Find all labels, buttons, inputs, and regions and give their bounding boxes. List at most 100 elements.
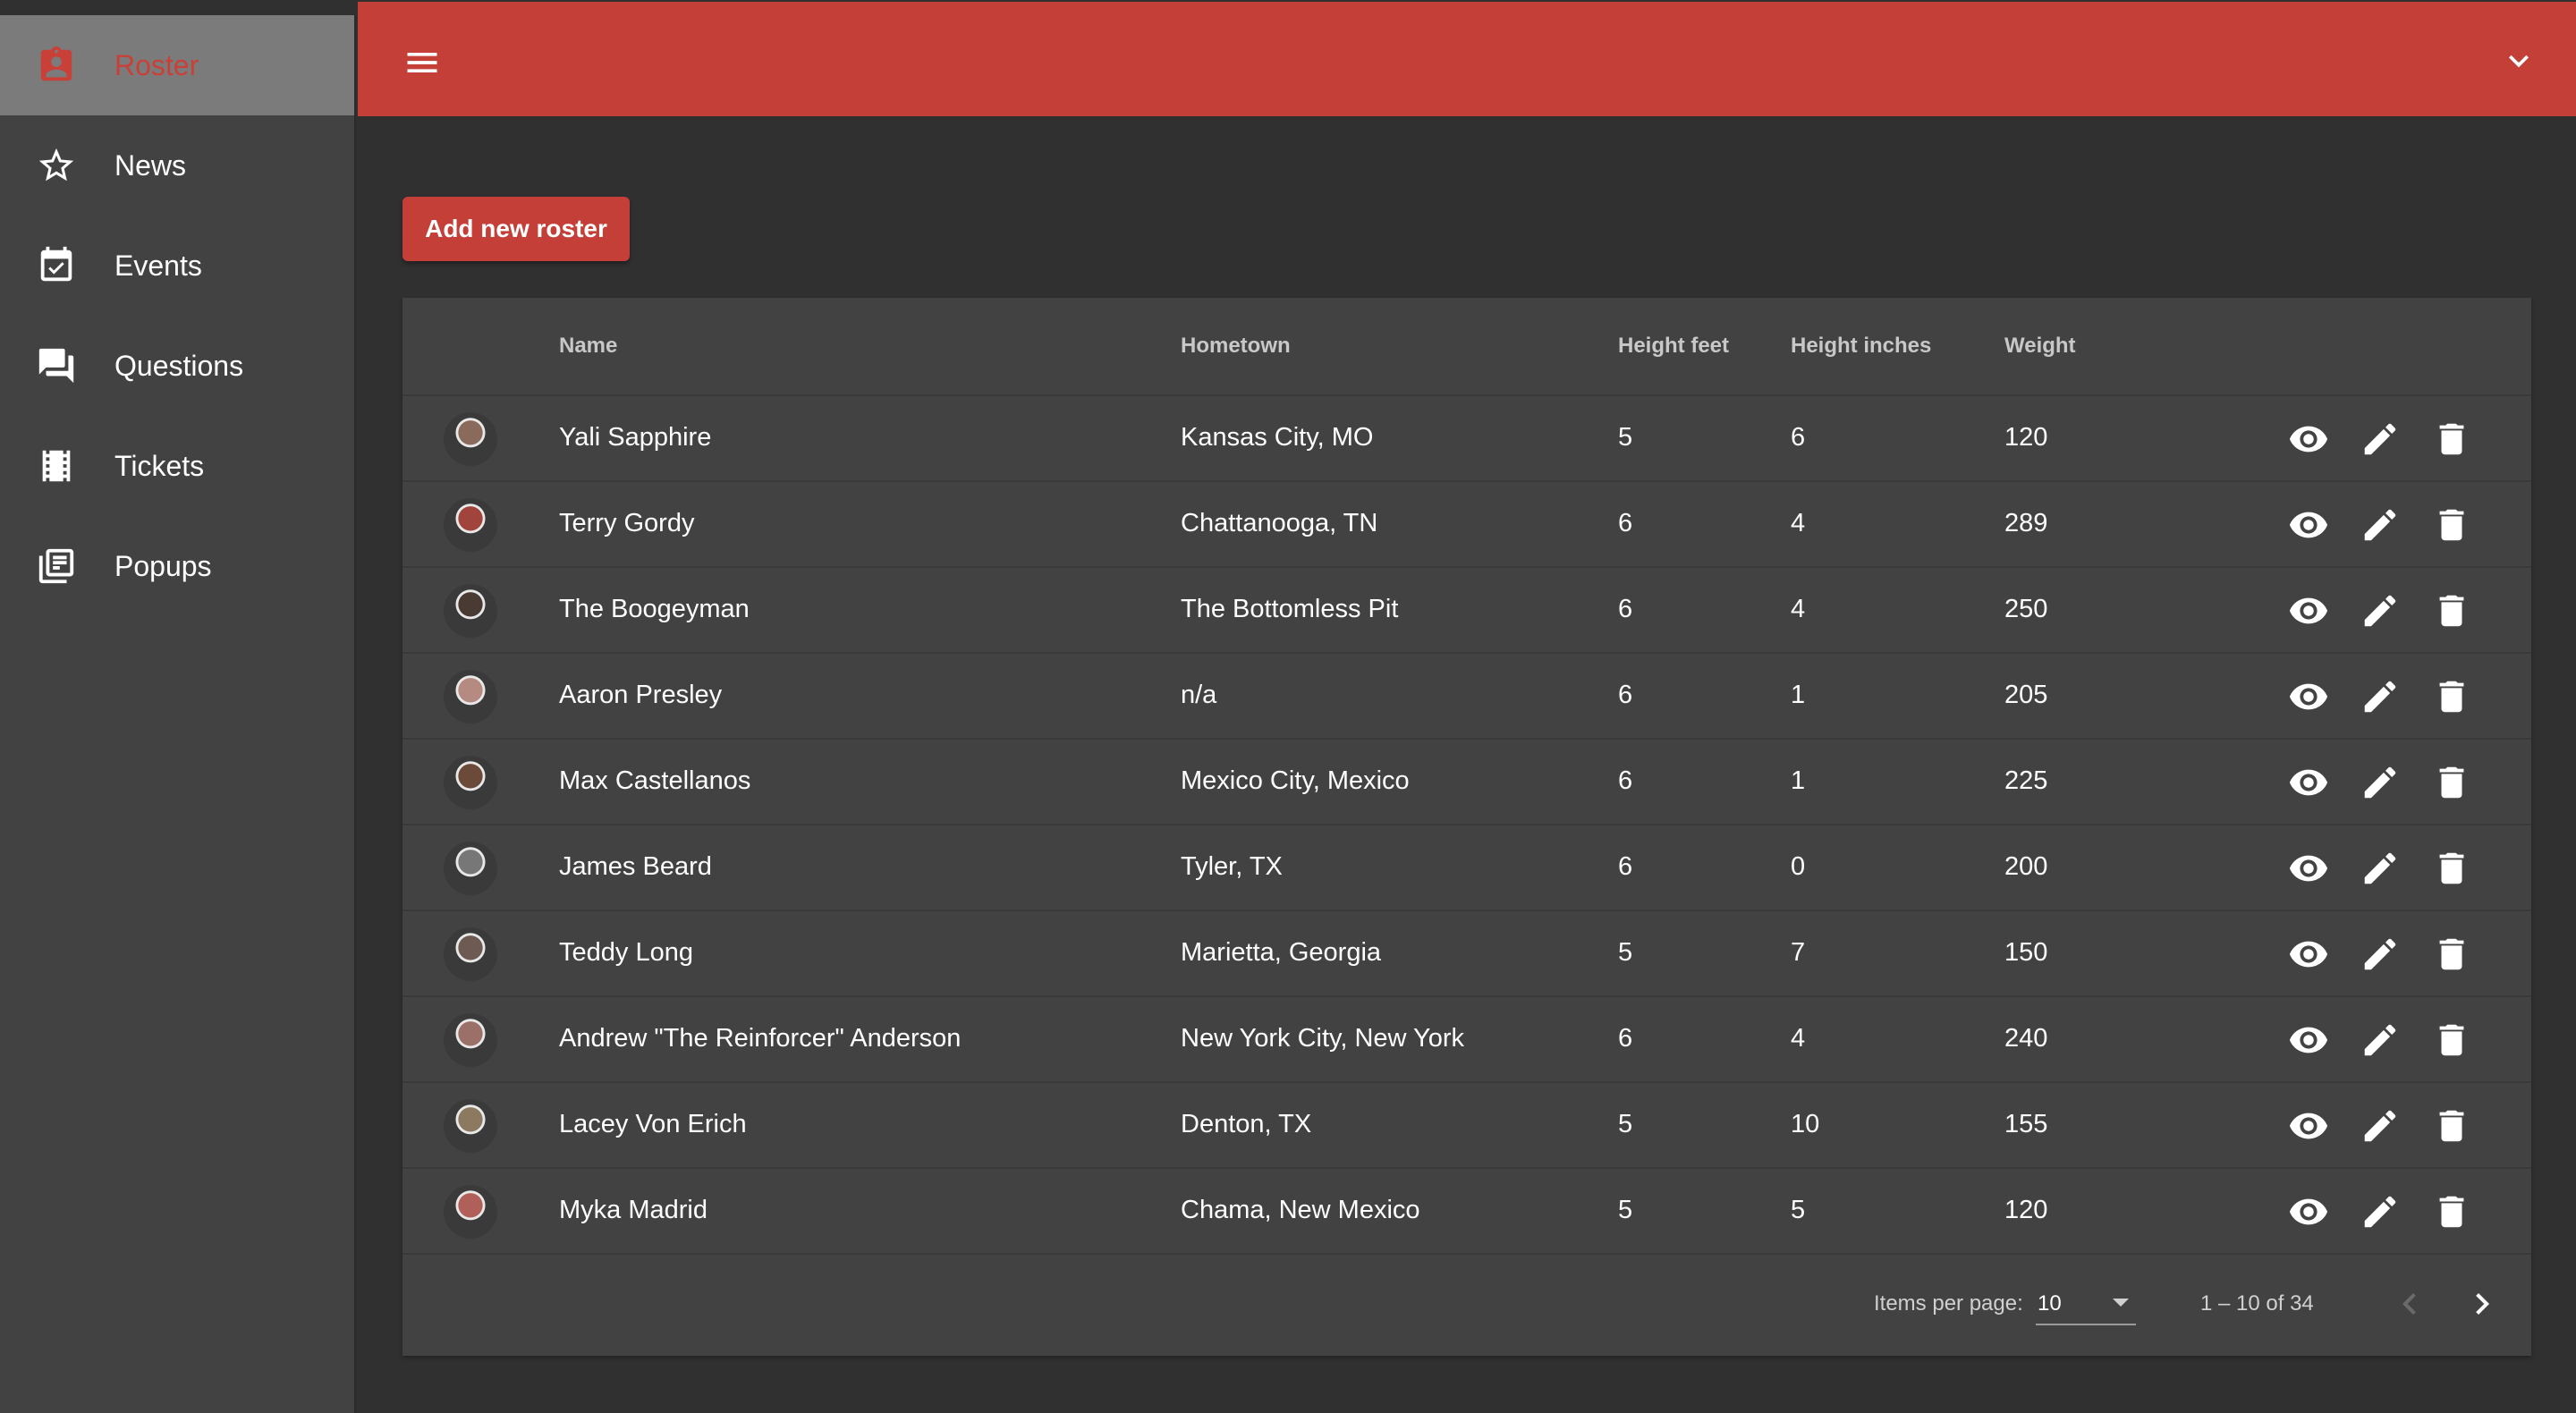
sidebar-nav: Roster News Events Questions Tickets Pop…	[0, 15, 354, 616]
table-body: Yali Sapphire Kansas City, MO 5 6 120 Terry G…	[402, 396, 2531, 1255]
cell-weight: 120	[2004, 1196, 2048, 1224]
edit-button[interactable]	[2359, 675, 2402, 718]
delete-button[interactable]	[2430, 503, 2473, 546]
account-menu-button[interactable]	[2499, 41, 2538, 80]
sidebar-item-events[interactable]: Events	[0, 216, 354, 316]
delete-button[interactable]	[2430, 847, 2473, 890]
cell-height-feet: 6	[1618, 852, 1633, 881]
delete-button[interactable]	[2430, 1104, 2473, 1147]
edit-button[interactable]	[2359, 847, 2402, 890]
view-button[interactable]	[2287, 418, 2330, 461]
avatar	[444, 1185, 497, 1239]
sidebar-item-questions[interactable]: Questions	[0, 316, 354, 416]
avatar	[444, 670, 497, 723]
edit-button[interactable]	[2359, 1019, 2402, 1062]
cell-name: Terry Gordy	[559, 509, 695, 537]
cell-height-feet: 5	[1618, 423, 1633, 452]
edit-button[interactable]	[2359, 418, 2402, 461]
previous-page-button[interactable]	[2388, 1282, 2431, 1325]
delete-button[interactable]	[2430, 1190, 2473, 1233]
items-per-page-value: 10	[2038, 1291, 2062, 1316]
edit-button[interactable]	[2359, 1104, 2402, 1147]
view-button[interactable]	[2287, 589, 2330, 632]
avatar	[444, 756, 497, 809]
edit-button[interactable]	[2359, 1190, 2402, 1233]
edit-button[interactable]	[2359, 589, 2402, 632]
view-button[interactable]	[2287, 675, 2330, 718]
view-button[interactable]	[2287, 503, 2330, 546]
delete-button[interactable]	[2430, 589, 2473, 632]
delete-trash-icon	[2431, 590, 2472, 631]
cell-height-feet: 5	[1618, 1110, 1633, 1138]
contact-badge-icon	[36, 45, 77, 86]
cell-height-inches: 10	[1791, 1110, 1820, 1138]
table-row: Andrew "The Reinforcer" Anderson New York…	[402, 997, 2531, 1083]
view-button[interactable]	[2287, 933, 2330, 976]
sidebar-item-popups[interactable]: Popups	[0, 516, 354, 616]
view-button[interactable]	[2287, 847, 2330, 890]
avatar	[444, 842, 497, 895]
delete-button[interactable]	[2430, 1019, 2473, 1062]
sidebar-item-news[interactable]: News	[0, 115, 354, 216]
star-outline-icon	[36, 145, 77, 186]
chevron-left-icon	[2402, 1293, 2416, 1315]
cell-height-inches: 7	[1791, 938, 1806, 967]
view-button[interactable]	[2287, 761, 2330, 804]
delete-button[interactable]	[2430, 418, 2473, 461]
forum-icon	[36, 345, 77, 386]
edit-pencil-icon	[2360, 1105, 2401, 1146]
table-header-row: Name Hometown Height feet Height inches …	[402, 298, 2531, 396]
sidebar-item-label: Questions	[114, 349, 244, 382]
cell-height-feet: 6	[1618, 1024, 1633, 1053]
cell-name: Aaron Presley	[559, 681, 723, 709]
sidebar-item-label: Popups	[114, 549, 212, 582]
next-page-button[interactable]	[2461, 1282, 2504, 1325]
avatar	[444, 927, 497, 981]
view-button[interactable]	[2287, 1104, 2330, 1147]
sidebar: Roster News Events Questions Tickets Pop…	[0, 0, 356, 1413]
table-row: Lacey Von Erich Denton, TX 5 10 155	[402, 1083, 2531, 1169]
cell-name: Andrew "The Reinforcer" Anderson	[559, 1024, 962, 1053]
edit-button[interactable]	[2359, 933, 2402, 976]
sidebar-item-label: News	[114, 148, 187, 182]
sidebar-item-label: Events	[114, 249, 202, 282]
add-roster-button[interactable]: Add new roster	[402, 197, 630, 261]
view-eye-icon	[2288, 1191, 2329, 1232]
cell-weight: 289	[2004, 509, 2048, 537]
table-row: James Beard Tyler, TX 6 0 200	[402, 825, 2531, 911]
items-per-page-select[interactable]: 10	[2036, 1282, 2136, 1325]
cell-weight: 205	[2004, 681, 2048, 709]
delete-button[interactable]	[2430, 933, 2473, 976]
delete-trash-icon	[2431, 762, 2472, 803]
sidebar-item-roster[interactable]: Roster	[0, 15, 354, 115]
delete-trash-icon	[2431, 676, 2472, 717]
view-button[interactable]	[2287, 1019, 2330, 1062]
edit-button[interactable]	[2359, 503, 2402, 546]
cell-hometown: Chattanooga, TN	[1181, 509, 1378, 537]
cell-hometown: New York City, New York	[1181, 1024, 1464, 1053]
edit-pencil-icon	[2360, 934, 2401, 975]
delete-trash-icon	[2431, 1105, 2472, 1146]
column-header-name[interactable]: Name	[559, 334, 617, 359]
cell-height-inches: 1	[1791, 681, 1806, 709]
chevron-right-icon	[2476, 1293, 2489, 1315]
table-row: Terry Gordy Chattanooga, TN 6 4 289	[402, 482, 2531, 568]
sidebar-item-tickets[interactable]: Tickets	[0, 416, 354, 516]
cell-name: The Boogeyman	[559, 595, 750, 623]
edit-button[interactable]	[2359, 761, 2402, 804]
cell-name: Max Castellanos	[559, 766, 751, 795]
avatar	[444, 584, 497, 638]
edit-pencil-icon	[2360, 504, 2401, 546]
column-header-height-inches[interactable]: Height inches	[1791, 334, 1931, 359]
cell-weight: 240	[2004, 1024, 2048, 1053]
view-eye-icon	[2288, 934, 2329, 975]
column-header-hometown[interactable]: Hometown	[1181, 334, 1291, 359]
menu-toggle-button[interactable]	[394, 38, 451, 88]
edit-pencil-icon	[2360, 590, 2401, 631]
column-header-weight[interactable]: Weight	[2004, 334, 2076, 359]
delete-button[interactable]	[2430, 761, 2473, 804]
delete-button[interactable]	[2430, 675, 2473, 718]
view-button[interactable]	[2287, 1190, 2330, 1233]
cell-height-feet: 6	[1618, 509, 1633, 537]
column-header-height-feet[interactable]: Height feet	[1618, 334, 1729, 359]
